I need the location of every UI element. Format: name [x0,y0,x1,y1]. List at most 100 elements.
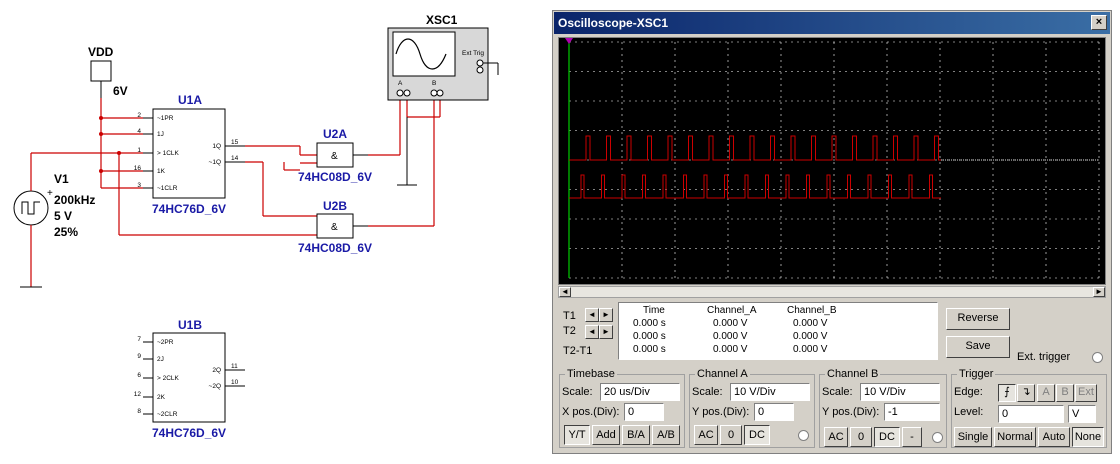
cursor-marker-icon[interactable] [565,38,573,44]
u1a-pin-3: 1K [157,168,166,175]
scope-display[interactable] [558,37,1106,285]
trigger-source-b-button[interactable]: B [1056,384,1074,402]
and-gate-u2b[interactable] [316,213,368,239]
trigger-title: Trigger [957,368,996,380]
u1a-pin-0: ~1PR [157,115,174,122]
clock-source-v1[interactable]: + [13,188,53,226]
t2-chb: 0.000 V [793,331,828,342]
t2-cha: 0.000 V [713,331,748,342]
trigger-none-button[interactable]: None [1072,427,1104,447]
u1b-out-0: 2Q [212,367,221,374]
horizontal-scrollbar[interactable]: ◄ ► [558,286,1106,298]
channel-b-ac-button[interactable]: AC [824,427,848,447]
edge-label: Edge: [954,386,983,398]
circuit-schematic: VDD 6V + V1 200kHz 5 V 25% U1A 74HC76D_6… [13,13,499,440]
scroll-right-icon[interactable]: ► [1093,287,1105,297]
u1a-out-0: 1Q [212,143,221,150]
timebase-scale-field[interactable]: 20 us/Div [600,383,680,401]
level-label: Level: [954,406,984,418]
t2-right-arrow-icon[interactable]: ► [599,325,613,339]
channel-a-ypos-label: Y pos.(Div): [692,406,750,418]
source-amp: 5 V [54,209,72,223]
dt-chb: 0.000 V [793,344,828,355]
timebase-scale-label: Scale: [562,386,593,398]
t1-chb: 0.000 V [793,318,828,329]
channel-a-title: Channel A [695,368,750,380]
u1a-pin-4: ~1CLR [157,185,178,192]
u1b-out-num-0: 11 [231,363,238,370]
trace-channel-a [569,135,941,161]
channel-a-dc-button[interactable]: DC [744,425,770,445]
channel-a-ac-button[interactable]: AC [694,425,718,445]
close-button[interactable]: × [1091,15,1107,30]
trigger-source-a-button[interactable]: A [1037,384,1055,402]
xsc-ext-trig: Ext Trig [462,50,484,57]
trigger-auto-button[interactable]: Auto [1038,427,1070,447]
u1b-pin-0: ~2PR [157,339,174,346]
u2b-part: 74HC08D_6V [298,241,372,255]
falling-edge-icon[interactable]: ↴ [1017,384,1035,402]
trigger-single-button[interactable]: Single [954,427,992,447]
t2t1-label: T2-T1 [563,345,593,357]
u1b-pin-3: 2K [157,394,166,401]
xsc1-ref: XSC1 [426,13,458,27]
window-title: Oscilloscope-XSC1 [558,16,669,30]
channel-b-radio[interactable] [932,432,943,443]
level-unit-field[interactable]: V [1068,405,1096,423]
channel-a-ypos-field[interactable]: 0 [754,403,794,421]
u1b-pin-num-1: 9 [137,353,141,360]
u1b-out-num-1: 10 [231,379,239,386]
xpos-label: X pos.(Div): [562,406,620,418]
t1-right-arrow-icon[interactable]: ► [599,308,613,322]
dt-cha: 0.000 V [713,344,748,355]
vdd-value: 6V [113,84,128,98]
trigger-normal-button[interactable]: Normal [994,427,1036,447]
u1a-ref: U1A [178,93,202,107]
u1a-pin-2: > 1CLK [157,150,180,157]
u1a-pin-num-2: 1 [137,147,141,154]
t2-left-arrow-icon[interactable]: ◄ [585,325,599,339]
channel-b-dc-button[interactable]: DC [874,427,900,447]
t1-label: T1 [563,310,576,322]
title-bar[interactable]: Oscilloscope-XSC1 × [554,12,1110,34]
t2-label: T2 [563,325,576,337]
rising-edge-icon[interactable]: ⨍ [998,384,1016,402]
u1b-pin-num-2: 6 [137,372,141,379]
measurement-table: Time Channel_A Channel_B 0.000 s 0.000 V… [618,302,938,360]
trace-channel-b [569,174,941,199]
reverse-button[interactable]: Reverse [946,308,1010,330]
u1a-pin-num-1: 4 [137,128,141,135]
ext-trigger-radio[interactable] [1092,352,1103,363]
u2a-symbol: & [331,151,338,162]
save-button[interactable]: Save [946,336,1010,358]
level-field[interactable]: 0 [998,405,1064,423]
ba-button[interactable]: B/A [622,425,650,445]
timebase-title: Timebase [565,368,617,380]
add-button[interactable]: Add [592,425,620,445]
u1b-ref: U1B [178,318,202,332]
channel-a-zero-button[interactable]: 0 [720,425,742,445]
channel-b-zero-button[interactable]: 0 [850,427,872,447]
oscilloscope-window: Oscilloscope-XSC1 × ◄ ► T1 T2 T2-T1 ◄ ► … [552,10,1112,454]
channel-b-title: Channel B [825,368,881,380]
xpos-field[interactable]: 0 [624,403,664,421]
t1-time: 0.000 s [633,318,666,329]
and-gate-u2a[interactable] [316,142,368,168]
oscilloscope-instrument[interactable] [387,27,499,101]
channel-a-scale-field[interactable]: 10 V/Div [730,383,810,401]
u1a-pin-num-0: 2 [137,112,141,119]
source-freq: 200kHz [54,193,95,207]
vdd-symbol[interactable] [90,60,112,82]
col-time: Time [643,305,665,316]
channel-b-scale-field[interactable]: 10 V/Div [860,383,940,401]
scroll-left-icon[interactable]: ◄ [559,287,571,297]
trigger-source-ext-button[interactable]: Ext [1075,384,1097,402]
channel-b-ypos-field[interactable]: -1 [884,403,940,421]
source-duty: 25% [54,225,78,239]
channel-a-radio[interactable] [798,430,809,441]
timebase-group: Timebase Scale: 20 us/Div X pos.(Div): 0… [559,368,685,448]
t1-left-arrow-icon[interactable]: ◄ [585,308,599,322]
yt-button[interactable]: Y/T [564,425,590,445]
channel-b-invert-button[interactable]: - [902,427,922,447]
ab-button[interactable]: A/B [652,425,680,445]
